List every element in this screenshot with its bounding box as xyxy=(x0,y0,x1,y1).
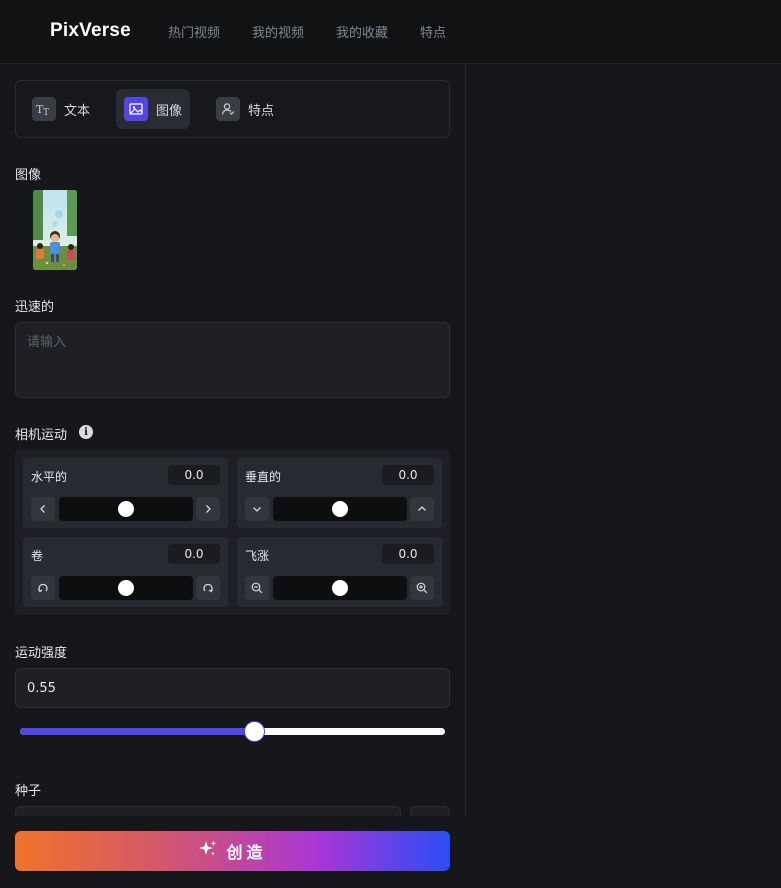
seed-random-button[interactable] xyxy=(410,806,450,816)
seed-row xyxy=(15,806,450,816)
chevron-down-icon[interactable] xyxy=(245,497,269,521)
preview-area xyxy=(467,64,781,888)
camera-zoom-slider[interactable] xyxy=(273,576,407,600)
image-section-label: 图像 xyxy=(15,168,42,183)
chevron-left-icon[interactable] xyxy=(31,497,55,521)
camera-vertical: 垂直的 0.0 xyxy=(237,458,442,528)
nav-hot-videos[interactable]: 热门视频 xyxy=(168,22,220,41)
tab-text[interactable]: T T 文本 xyxy=(24,89,98,129)
camera-zoom-value[interactable]: 0.0 xyxy=(382,544,434,564)
character-icon xyxy=(216,97,240,121)
motion-strength-input[interactable]: 0.55 xyxy=(15,668,450,708)
camera-vertical-label: 垂直的 xyxy=(245,470,282,484)
camera-vertical-value[interactable]: 0.0 xyxy=(382,465,434,485)
camera-horizontal-label: 水平的 xyxy=(31,470,68,484)
camera-horizontal-value[interactable]: 0.0 xyxy=(168,465,220,485)
camera-roll-knob[interactable] xyxy=(118,580,134,596)
tab-image[interactable]: 图像 xyxy=(116,89,191,129)
camera-roll: 卷 0.0 xyxy=(23,537,228,607)
nav-my-videos[interactable]: 我的视频 xyxy=(252,22,304,41)
sparkle-icon xyxy=(198,839,218,863)
create-button[interactable]: 创造 xyxy=(15,831,450,871)
zoom-in-icon[interactable] xyxy=(410,576,434,600)
seed-input[interactable] xyxy=(15,806,401,816)
camera-roll-value[interactable]: 0.0 xyxy=(168,544,220,564)
camera-motion-label: 相机运动 xyxy=(15,428,68,443)
camera-motion-grid: 水平的 0.0 垂直的 0.0 卷 0.0 飞涨 0.0 xyxy=(15,450,450,615)
tab-text-label: 文本 xyxy=(64,103,91,119)
tab-character[interactable]: 特点 xyxy=(208,89,282,129)
prompt-input[interactable] xyxy=(16,323,449,397)
camera-zoom-label: 飞涨 xyxy=(245,549,270,563)
camera-vertical-knob[interactable] xyxy=(332,501,348,517)
tab-image-label: 图像 xyxy=(156,103,183,119)
motion-strength-knob[interactable] xyxy=(243,721,265,742)
motion-strength-label: 运动强度 xyxy=(15,646,68,661)
rotate-left-icon[interactable] xyxy=(31,576,55,600)
chevron-up-icon[interactable] xyxy=(410,497,434,521)
nav-features[interactable]: 特点 xyxy=(420,22,446,41)
svg-text:T: T xyxy=(43,108,49,116)
text-icon: T T xyxy=(32,97,56,121)
top-header: PixVerse 热门视频 我的视频 我的收藏 特点 xyxy=(0,0,781,64)
camera-horizontal-knob[interactable] xyxy=(118,501,134,517)
camera-zoom: 飞涨 0.0 xyxy=(237,537,442,607)
camera-roll-label: 卷 xyxy=(31,549,44,563)
zoom-out-icon[interactable] xyxy=(245,576,269,600)
pixverse-logo[interactable]: PixVerse xyxy=(50,20,131,42)
create-button-label: 创造 xyxy=(226,843,267,862)
motion-strength-fill xyxy=(20,728,254,735)
camera-horizontal-slider[interactable] xyxy=(59,497,193,521)
prompt-label: 迅速的 xyxy=(15,300,55,315)
generation-panel: T T 文本 图像 特点 图像 迅速的 请输入 相机运动 i 水平的 0.0 垂… xyxy=(0,64,466,888)
camera-roll-slider[interactable] xyxy=(59,576,193,600)
chevron-right-icon[interactable] xyxy=(196,497,220,521)
camera-zoom-knob[interactable] xyxy=(332,580,348,596)
image-icon xyxy=(124,97,148,121)
mode-tabs: T T 文本 图像 特点 xyxy=(15,80,450,138)
camera-horizontal: 水平的 0.0 xyxy=(23,458,228,528)
camera-vertical-slider[interactable] xyxy=(273,497,407,521)
motion-strength-value: 0.55 xyxy=(27,680,56,696)
info-icon[interactable]: i xyxy=(79,425,93,439)
nav-my-favorites[interactable]: 我的收藏 xyxy=(336,22,388,41)
top-nav: 热门视频 我的视频 我的收藏 特点 xyxy=(168,22,446,41)
uploaded-image-thumbnail[interactable] xyxy=(33,190,77,270)
tab-character-label: 特点 xyxy=(248,103,275,119)
bottom-bar: 创造 xyxy=(0,816,466,888)
motion-strength-slider[interactable] xyxy=(20,721,445,742)
seed-label: 种子 xyxy=(15,784,42,799)
prompt-box xyxy=(15,322,450,398)
rotate-right-icon[interactable] xyxy=(196,576,220,600)
